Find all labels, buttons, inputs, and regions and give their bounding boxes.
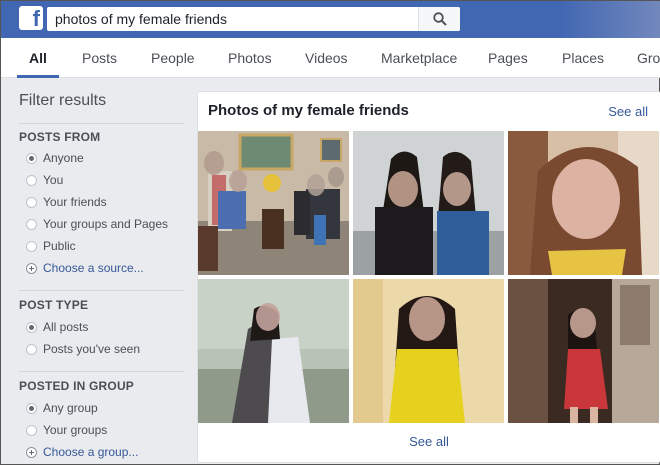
search-tabs: All Posts People Photos Videos Marketpla… — [1, 38, 660, 78]
radio-icon[interactable] — [26, 241, 37, 252]
photo-result[interactable] — [198, 131, 349, 275]
add-circle-icon — [26, 263, 37, 274]
photo-result[interactable] — [508, 131, 659, 275]
tab-groups[interactable]: Gro — [637, 38, 660, 77]
tab-people[interactable]: People — [151, 38, 195, 77]
tab-pages[interactable]: Pages — [488, 38, 528, 77]
radio-selected-icon[interactable] — [26, 403, 37, 414]
radio-selected-icon[interactable] — [26, 153, 37, 164]
posts-from-heading: POSTS FROM — [19, 130, 101, 144]
search-box — [47, 7, 460, 31]
tab-places[interactable]: Places — [562, 38, 604, 77]
tab-marketplace[interactable]: Marketplace — [381, 38, 457, 77]
tab-posts[interactable]: Posts — [82, 38, 117, 77]
add-circle-icon — [26, 447, 37, 458]
photo-result[interactable] — [353, 131, 504, 275]
search-button[interactable] — [418, 7, 460, 31]
radio-icon[interactable] — [26, 197, 37, 208]
blurred-profile-area — [561, 1, 660, 38]
divider — [19, 123, 184, 124]
posted-in-group-heading: POSTED IN GROUP — [19, 379, 135, 393]
tab-videos[interactable]: Videos — [305, 38, 348, 77]
radio-selected-icon[interactable] — [26, 322, 37, 333]
search-icon — [433, 12, 447, 26]
facebook-logo-icon[interactable]: f — [19, 6, 43, 31]
top-navigation-bar: f — [1, 1, 660, 38]
radio-icon[interactable] — [26, 344, 37, 355]
search-input[interactable] — [47, 7, 419, 31]
results-title: Photos of my female friends — [208, 102, 409, 119]
see-all-link[interactable]: See all — [198, 434, 660, 449]
photo-result[interactable] — [508, 279, 659, 423]
filter-sidebar: Filter results POSTS FROM Anyone You You… — [1, 79, 191, 465]
photo-result[interactable] — [198, 279, 349, 423]
post-type-heading: POST TYPE — [19, 298, 89, 312]
radio-icon[interactable] — [26, 219, 37, 230]
divider — [19, 290, 184, 291]
tab-photos[interactable]: Photos — [228, 38, 272, 77]
divider — [19, 371, 184, 372]
radio-icon[interactable] — [26, 175, 37, 186]
filter-results-heading: Filter results — [19, 92, 107, 109]
see-all-link[interactable]: See all — [608, 104, 648, 119]
radio-icon[interactable] — [26, 425, 37, 436]
tab-all[interactable]: All — [17, 38, 59, 78]
photos-results-card: Photos of my female friends See all See … — [197, 91, 660, 463]
photo-result[interactable] — [353, 279, 504, 423]
